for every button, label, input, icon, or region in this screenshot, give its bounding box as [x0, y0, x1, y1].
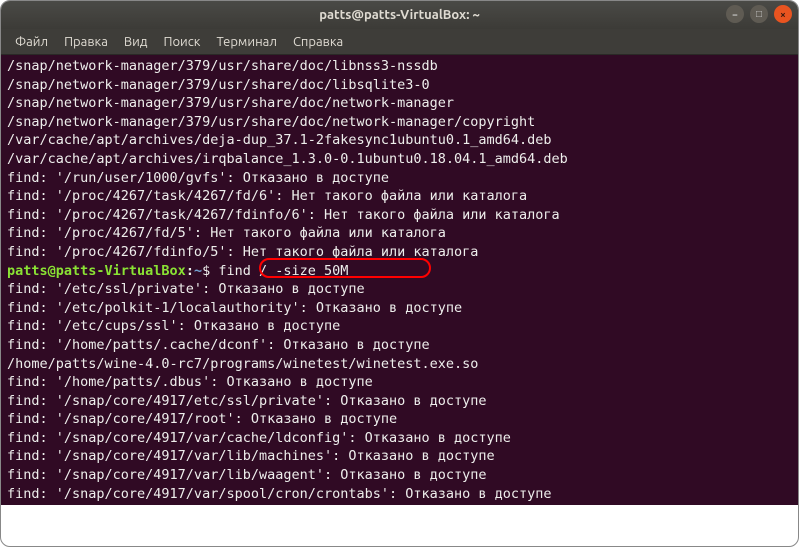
output-line: find: '/snap/core/4917/root': Отказано в… — [7, 410, 792, 429]
output-line: find: '/etc/polkit-1/localauthority': От… — [7, 299, 792, 318]
output-line: find: '/proc/4267/fd/5': Нет такого файл… — [7, 224, 792, 243]
prompt-colon: : — [186, 263, 194, 279]
prompt-line: patts@patts-VirtualBox:~$ find / -size 5… — [7, 262, 792, 281]
menu-help[interactable]: Справка — [285, 33, 351, 51]
output-line: /snap/network-manager/379/usr/share/doc/… — [7, 94, 792, 113]
output-line: find: '/snap/core/4917/var/cache/ldconfi… — [7, 429, 792, 448]
menu-edit[interactable]: Правка — [56, 33, 116, 51]
minimize-button[interactable]: − — [726, 5, 744, 23]
terminal-viewport[interactable]: /snap/network-manager/379/usr/share/doc/… — [1, 55, 798, 505]
output-line: find: '/snap/core/4917/var/lib/waagent':… — [7, 466, 792, 485]
prompt-path: ~ — [194, 263, 202, 279]
window-title: patts@patts-VirtualBox: ~ — [319, 8, 480, 22]
output-line: find: '/proc/4267/task/4267/fd/6': Нет т… — [7, 187, 792, 206]
output-line: /snap/network-manager/379/usr/share/doc/… — [7, 76, 792, 95]
output-line: find: '/proc/4267/task/4267/fdinfo/6': Н… — [7, 206, 792, 225]
close-button[interactable]: × — [774, 5, 792, 23]
command-input[interactable]: find / -size 50M — [210, 263, 348, 279]
output-line: find: '/etc/ssl/private': Отказано в дос… — [7, 280, 792, 299]
output-line: find: '/run/user/1000/gvfs': Отказано в … — [7, 169, 792, 188]
output-line: /var/cache/apt/archives/irqbalance_1.3.0… — [7, 150, 792, 169]
prompt-dollar: $ — [202, 263, 210, 279]
menu-view[interactable]: Вид — [116, 33, 156, 51]
output-line: find: '/snap/core/4917/var/spool/cron/cr… — [7, 485, 792, 504]
output-line: /snap/network-manager/379/usr/share/doc/… — [7, 113, 792, 132]
output-line: find: '/home/patts/.cache/dconf': Отказа… — [7, 336, 792, 355]
output-line: /home/patts/wine-4.0-rc7/programs/winete… — [7, 355, 792, 374]
menu-search[interactable]: Поиск — [155, 33, 208, 51]
window-titlebar: patts@patts-VirtualBox: ~ − □ × — [1, 1, 798, 29]
output-line: find: '/snap/core/4917/etc/ssl/private':… — [7, 392, 792, 411]
menu-bar: Файл Правка Вид Поиск Терминал Справка — [1, 29, 798, 55]
output-line: find: '/etc/cups/ssl': Отказано в доступ… — [7, 317, 792, 336]
output-line: /snap/network-manager/379/usr/share/doc/… — [7, 57, 792, 76]
menu-terminal[interactable]: Терминал — [208, 33, 284, 51]
maximize-button[interactable]: □ — [750, 5, 768, 23]
output-line: find: '/snap/core/4917/var/lib/machines'… — [7, 447, 792, 466]
window-controls: − □ × — [726, 5, 792, 23]
menu-file[interactable]: Файл — [7, 33, 56, 51]
output-line: find: '/home/patts/.dbus': Отказано в до… — [7, 373, 792, 392]
output-line: find: '/proc/4267/fdinfo/5': Нет такого … — [7, 243, 792, 262]
prompt-user-host: patts@patts-VirtualBox — [7, 263, 186, 279]
output-line: /var/cache/apt/archives/deja-dup_37.1-2f… — [7, 131, 792, 150]
